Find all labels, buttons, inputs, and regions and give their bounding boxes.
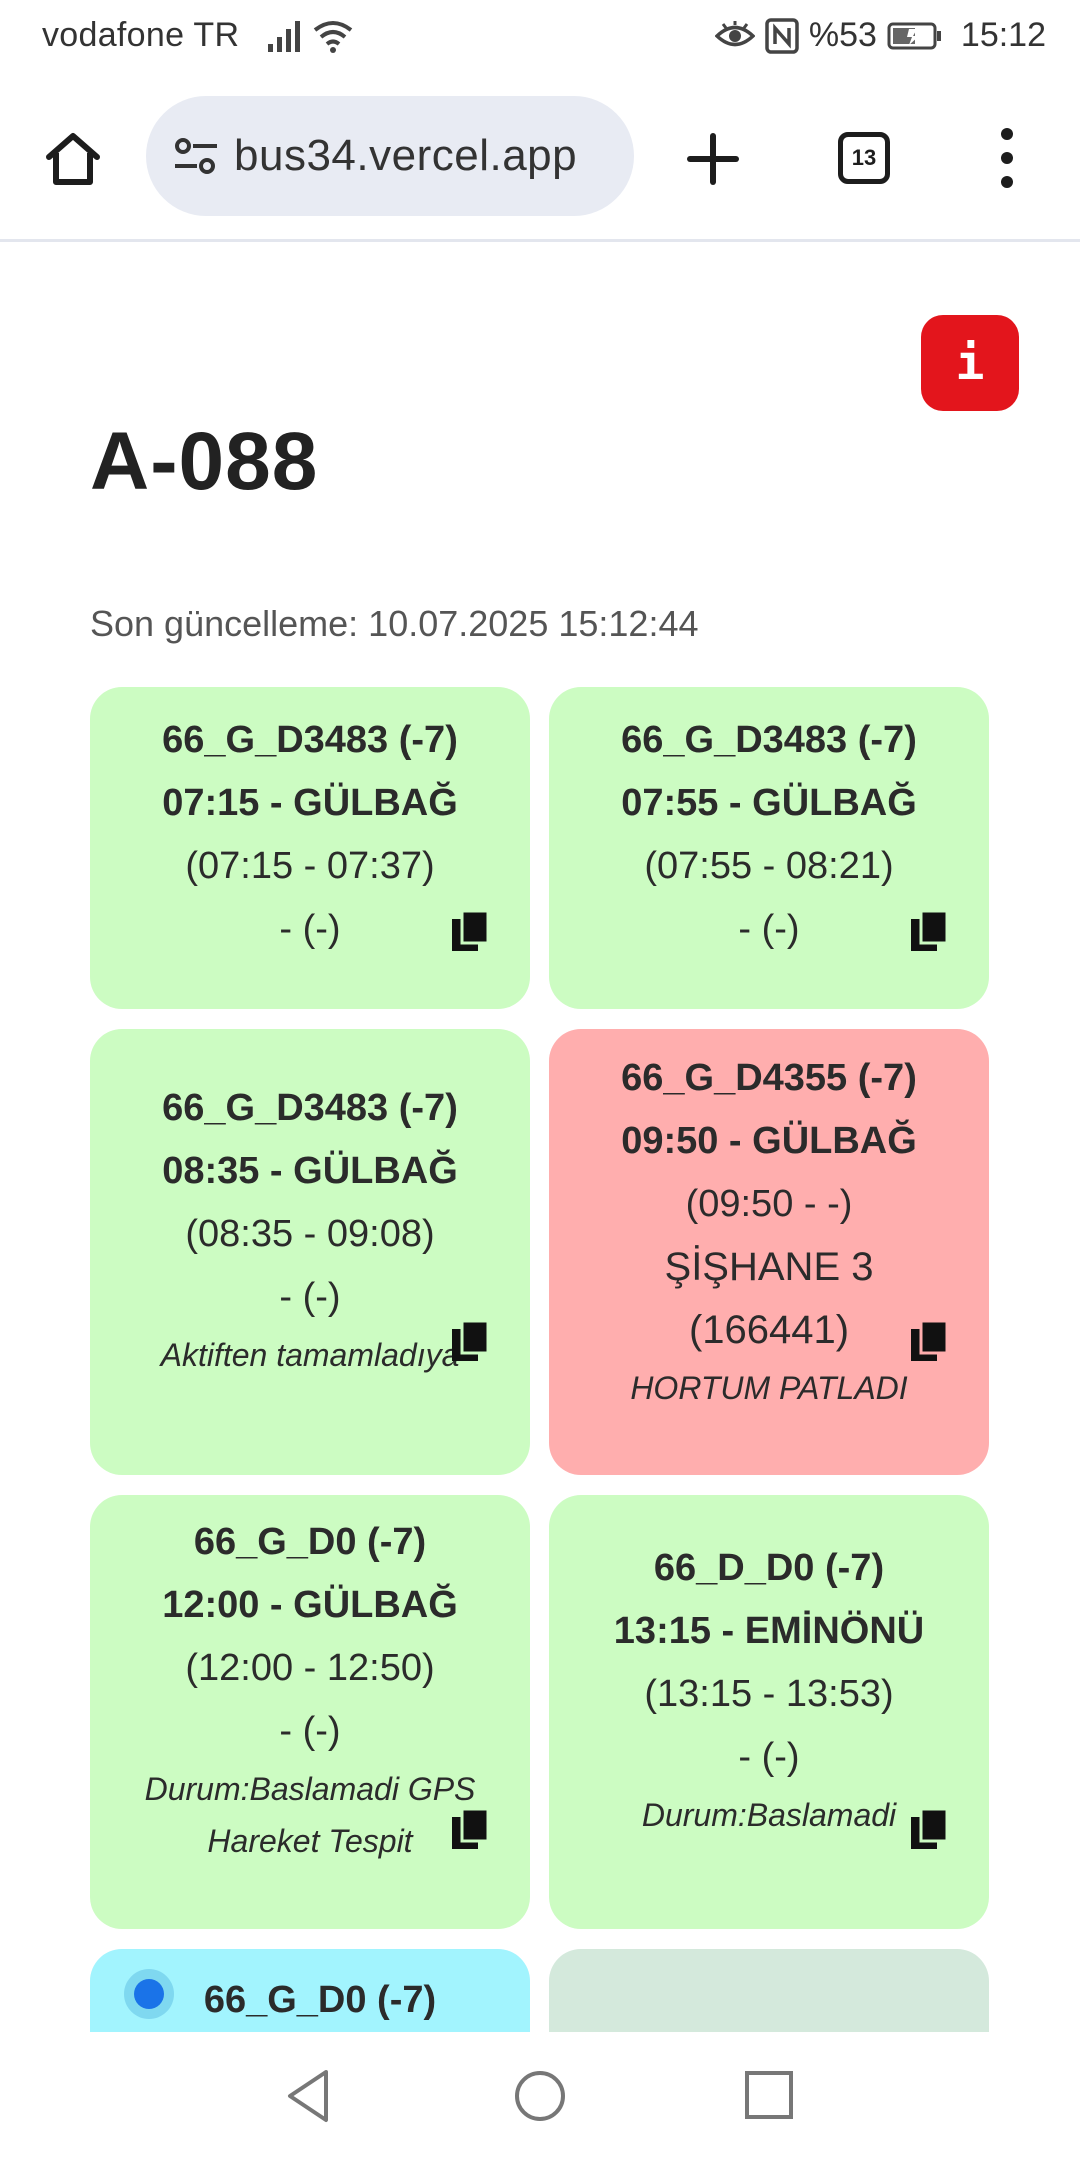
trip-card[interactable]: 66_G_D3483 (-7) 07:15 - GÜLBAĞ (07:15 - … [90, 687, 530, 1009]
cellular-signal-icon [268, 21, 300, 52]
battery-icon [887, 22, 941, 49]
nfc-icon [765, 17, 799, 54]
clock: 15:12 [960, 16, 1046, 54]
route-code: 66_G_D0 (-7) [193, 1521, 427, 1563]
trip-card[interactable]: 66_D_D0 (-7) 13:15 - EMİNÖNÜ (13:15 - 13… [549, 1495, 989, 1929]
trip-card[interactable] [549, 1949, 989, 2032]
site-settings-icon[interactable] [166, 126, 226, 186]
copy-icon[interactable] [450, 1807, 490, 1851]
route-code: 66_G_D3483 (-7) [162, 1087, 458, 1129]
trip-card[interactable]: 66_G_D3483 (-7) 08:35 - GÜLBAĞ (08:35 - … [90, 1029, 530, 1475]
departure: 08:35 - GÜLBAĞ [162, 1150, 458, 1192]
departure: 12:00 - GÜLBAĞ [162, 1584, 458, 1626]
back-icon[interactable] [282, 2068, 338, 2124]
trip-note: HORTUM PATLADI [630, 1370, 908, 1406]
live-indicator-icon [124, 1969, 174, 2019]
trip-card[interactable]: 66_G_D0 (-7) 12:00 - GÜLBAĞ (12:00 - 12:… [90, 1495, 530, 1929]
copy-icon[interactable] [909, 1319, 949, 1363]
route-code: 66_G_D3483 (-7) [621, 719, 917, 761]
trip-times: (09:50 - -) [685, 1183, 853, 1225]
signal-indicators [266, 18, 354, 54]
plus-icon [687, 133, 739, 185]
trip-info: - (-) [279, 1710, 341, 1752]
battery-percent: %53 [808, 16, 877, 54]
home-button[interactable] [40, 126, 106, 192]
menu-dot [1001, 152, 1013, 164]
copy-icon[interactable] [450, 909, 490, 953]
url-text: bus34.vercel.app [234, 131, 578, 180]
copy-icon[interactable] [909, 909, 949, 953]
home-circle-icon[interactable] [512, 2068, 568, 2124]
last-update-text: Son güncelleme: 10.07.2025 15:12:44 [90, 603, 699, 644]
eye-comfort-icon [714, 20, 755, 46]
menu-dot [1001, 128, 1013, 140]
copy-icon[interactable] [450, 1319, 490, 1363]
trip-info: - (-) [738, 1736, 800, 1778]
system-navigation-bar [0, 2032, 1080, 2160]
home-icon [46, 133, 100, 185]
driver-name: ŞİŞHANE 3 [664, 1245, 874, 1289]
address-bar[interactable]: bus34.vercel.app [146, 96, 634, 216]
trip-card-alert[interactable]: 66_G_D4355 (-7) 09:50 - GÜLBAĞ (09:50 - … [549, 1029, 989, 1475]
copy-icon[interactable] [909, 1807, 949, 1851]
departure: 09:50 - GÜLBAĞ [621, 1120, 917, 1162]
carrier-label: vodafone TR [42, 16, 240, 54]
trip-card-active[interactable]: 66_G_D0 (-7) [90, 1949, 530, 2032]
trip-times: (07:15 - 07:37) [185, 845, 435, 887]
recents-icon[interactable] [742, 2068, 798, 2124]
route-code: 66_G_D3483 (-7) [162, 719, 458, 761]
info-button[interactable]: i [921, 315, 1019, 411]
departure: 07:55 - GÜLBAĞ [621, 782, 917, 824]
departure: 13:15 - EMİNÖNÜ [613, 1610, 925, 1652]
status-right: %53 15:12 [714, 16, 1046, 55]
tab-switcher-button[interactable]: 13 [838, 132, 890, 184]
route-code: 66_G_D4355 (-7) [621, 1057, 917, 1099]
status-bar: vodafone TR %53 15:12 [0, 0, 1080, 76]
trip-times: (13:15 - 13:53) [644, 1673, 894, 1715]
page-content: i A-088 Son güncelleme: 10.07.2025 15:12… [0, 245, 1080, 2032]
trip-times: (08:35 - 09:08) [185, 1213, 435, 1255]
menu-dot [1001, 176, 1013, 188]
new-tab-button[interactable] [678, 124, 748, 194]
departure: 07:15 - GÜLBAĞ [162, 782, 458, 824]
trip-times: (07:55 - 08:21) [644, 845, 894, 887]
more-menu-button[interactable] [990, 128, 1024, 188]
route-code: 66_D_D0 (-7) [653, 1547, 885, 1589]
page-title: A-088 [90, 416, 319, 507]
wifi-icon [313, 21, 353, 53]
trip-card[interactable]: 66_G_D3483 (-7) 07:55 - GÜLBAĞ (07:55 - … [549, 687, 989, 1009]
browser-toolbar: bus34.vercel.app 13 [0, 76, 1080, 242]
trip-times: (12:00 - 12:50) [185, 1647, 435, 1689]
